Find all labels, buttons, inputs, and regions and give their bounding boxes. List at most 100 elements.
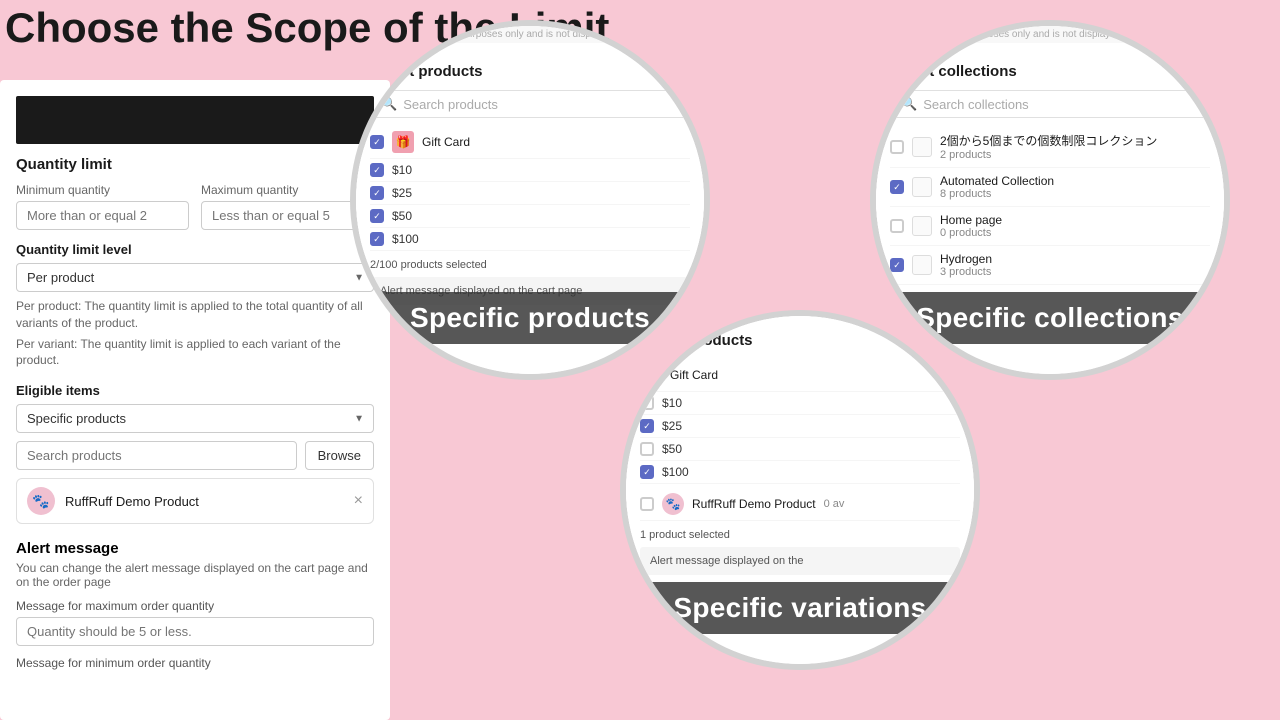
check-icon-c4: ✓ <box>893 261 901 270</box>
left-panel: Quantity limit Minimum quantity Maximum … <box>0 80 390 720</box>
products-footer: 2/100 products selected <box>370 259 690 271</box>
var-v25: ✓ $25 <box>640 415 960 438</box>
check-v25: ✓ <box>643 422 651 431</box>
max-qty-input[interactable] <box>201 201 374 230</box>
qty-level-select-wrapper: Per product <box>16 263 374 292</box>
var-v100-cb[interactable]: ✓ <box>640 465 654 479</box>
min-msg-label: Message for minimum order quantity <box>16 656 374 670</box>
v100-checkbox[interactable]: ✓ <box>370 232 384 246</box>
v25-label: $25 <box>392 186 412 200</box>
v10-checkbox[interactable]: ✓ <box>370 163 384 177</box>
v10-label: $10 <box>392 163 412 177</box>
var-v25-label: $25 <box>662 419 682 433</box>
v50-checkbox[interactable]: ✓ <box>370 209 384 223</box>
collections-panel-title: Select collections <box>890 63 1210 80</box>
variations-gift-thumb: 🎁 <box>640 364 662 386</box>
coll1-name: 2個から5個までの個数制限コレクション <box>940 132 1157 149</box>
quantity-row: Minimum quantity Maximum quantity <box>16 183 374 230</box>
browse-button[interactable]: Browse <box>305 441 374 470</box>
eligible-select-wrapper: Specific products <box>16 404 374 433</box>
coll4-icon <box>912 255 932 275</box>
demo-cb[interactable] <box>640 497 654 511</box>
coll2-name: Automated Collection <box>940 174 1054 188</box>
var-v50-label: $50 <box>662 442 682 456</box>
demo-product-item: 🐾 RuffRuff Demo Product 0 av <box>640 488 960 521</box>
coll1-checkbox[interactable] <box>890 140 904 154</box>
var-v10-cb[interactable] <box>640 396 654 410</box>
variations-panel-title: Select products <box>640 332 960 349</box>
check-icon-v25: ✓ <box>373 189 381 198</box>
min-qty-label: Minimum quantity <box>16 183 189 197</box>
check-icon-v100: ✓ <box>373 235 381 244</box>
coll-item-2: ✓ Automated Collection 8 products <box>890 168 1210 207</box>
remove-product-button[interactable]: × <box>354 493 363 509</box>
var-v100-label: $100 <box>662 465 689 479</box>
coll4-checkbox[interactable]: ✓ <box>890 258 904 272</box>
v50-label: $50 <box>392 209 412 223</box>
circle-variations-inner: Select products 🎁 Gift Card $10 ✓ $25 $5… <box>626 316 974 664</box>
var-v25-cb[interactable]: ✓ <box>640 419 654 433</box>
eligible-select[interactable]: Specific products <box>16 404 374 433</box>
variant-100: ✓ $100 <box>370 228 690 251</box>
demo-avail: 0 av <box>824 498 960 510</box>
variant-50: ✓ $50 <box>370 205 690 228</box>
variations-footer: 1 product selected <box>640 529 960 541</box>
coll-item-3: Home page 0 products <box>890 207 1210 246</box>
var-v50-cb[interactable] <box>640 442 654 456</box>
product-item: 🐾 RuffRuff Demo Product × <box>16 478 374 524</box>
collections-search[interactable]: 🔍 Search collections <box>890 90 1210 118</box>
product-search-input[interactable] <box>16 441 297 470</box>
products-mini-panel: Select products 🔍 Search products ✓ 🎁 Gi… <box>356 51 704 317</box>
products-search[interactable]: 🔍 Search products <box>370 90 690 118</box>
products-panel-title: Select products <box>370 63 690 80</box>
coll2-checkbox[interactable]: ✓ <box>890 180 904 194</box>
demo-avatar: 🐾 <box>662 493 684 515</box>
variant-25: ✓ $25 <box>370 182 690 205</box>
collections-search-icon: 🔍 <box>901 96 917 112</box>
products-search-icon: 🔍 <box>381 96 397 112</box>
coll1-icon <box>912 137 932 157</box>
coll1-info: 2個から5個までの個数制限コレクション 2 products <box>940 132 1157 161</box>
var-v10: $10 <box>640 392 960 415</box>
gift-card-name: Gift Card <box>422 135 470 149</box>
coll-item-4: ✓ Hydrogen 3 products <box>890 246 1210 285</box>
variations-gift-name: Gift Card <box>670 368 718 382</box>
v25-checkbox[interactable]: ✓ <box>370 186 384 200</box>
coll2-info: Automated Collection 8 products <box>940 174 1054 200</box>
coll1-count: 2 products <box>940 149 1157 161</box>
check-icon-v10: ✓ <box>373 166 381 175</box>
coll3-checkbox[interactable] <box>890 219 904 233</box>
coll3-icon <box>912 216 932 236</box>
max-msg-input[interactable] <box>16 617 374 646</box>
variations-gift-card-item: 🎁 Gift Card <box>640 359 960 392</box>
coll4-info: Hydrogen 3 products <box>940 252 992 278</box>
coll3-name: Home page <box>940 213 1002 227</box>
demo-name: RuffRuff Demo Product <box>692 497 816 511</box>
gift-card-checkbox[interactable]: ✓ <box>370 135 384 149</box>
v100-label: $100 <box>392 232 419 246</box>
var-v10-label: $10 <box>662 396 682 410</box>
max-qty-group: Maximum quantity <box>201 183 374 230</box>
variations-mini-panel: Select products 🎁 Gift Card $10 ✓ $25 $5… <box>626 316 974 587</box>
coll4-count: 3 products <box>940 266 992 278</box>
variant-10: ✓ $10 <box>370 159 690 182</box>
collections-mini-panel: Select collections 🔍 Search collections … <box>876 51 1224 297</box>
qty-level-select[interactable]: Per product <box>16 263 374 292</box>
quantity-limit-title: Quantity limit <box>16 156 374 173</box>
gift-card-thumb: 🎁 <box>392 131 414 153</box>
gift-card-item: ✓ 🎁 Gift Card <box>370 126 690 159</box>
collections-search-placeholder: Search collections <box>923 97 1029 112</box>
min-qty-input[interactable] <box>16 201 189 230</box>
max-qty-label: Maximum quantity <box>201 183 374 197</box>
coll2-icon <box>912 177 932 197</box>
eligible-items-section: Eligible items Specific products Browse … <box>16 383 374 524</box>
coll2-count: 8 products <box>940 188 1054 200</box>
eligible-title: Eligible items <box>16 383 374 398</box>
qty-level-label: Quantity limit level <box>16 242 374 257</box>
check-icon-c2: ✓ <box>893 183 901 192</box>
check-v100: ✓ <box>643 468 651 477</box>
var-v50: $50 <box>640 438 960 461</box>
products-info-bar: rative purposes only and is not displaye… <box>356 26 704 43</box>
top-bar <box>16 96 374 144</box>
alert-section: Alert message You can change the alert m… <box>16 540 374 670</box>
